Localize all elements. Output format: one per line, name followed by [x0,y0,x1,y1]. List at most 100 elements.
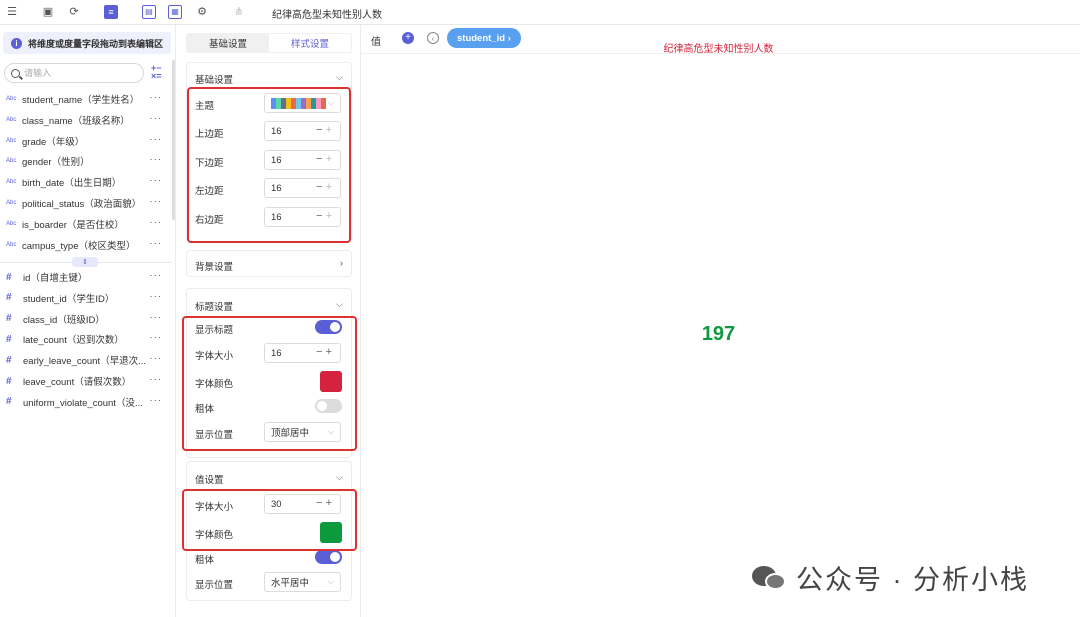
margin-top-label: 上边距 [195,129,224,140]
measure-field[interactable]: # id（自增主键） ··· [0,267,172,287]
dimension-field[interactable]: Abc gender（性别） ··· [0,151,172,171]
refresh-icon[interactable]: ⟳ [67,5,81,19]
menu-icon[interactable]: ☰ [5,5,19,19]
more-icon[interactable]: ··· [150,312,163,323]
measure-field[interactable]: # late_count（迟到次数） ··· [0,329,172,349]
field-sort-icon[interactable]: +− ×= [151,64,162,81]
config-tabs: 基础设置 样式设置 [186,33,352,53]
more-icon[interactable]: ··· [150,196,163,207]
more-icon[interactable]: ··· [150,92,163,103]
dimension-field[interactable]: Abc class_name（班级名称） ··· [0,110,172,130]
more-icon[interactable]: ··· [150,154,163,165]
info-icon: i [11,37,22,49]
margin-right-label: 右边距 [195,215,224,226]
toggle-knob [330,552,340,562]
field-label: gender（性别） [22,157,90,169]
more-icon[interactable]: ··· [150,395,163,406]
measure-field[interactable]: # class_id（班级ID） ··· [0,309,172,329]
margin-bottom-stepper[interactable]: −+ [316,153,335,165]
number-type-icon: # [6,313,12,325]
chevron-down-icon: ⌵ [327,427,334,436]
more-icon[interactable]: ··· [150,270,163,281]
number-type-icon: # [6,333,12,345]
margin-bottom-value: 16 [271,154,282,166]
search-input[interactable] [24,68,134,78]
layout-icon[interactable]: ▦ [168,5,182,19]
measure-field[interactable]: # student_id（学生ID） ··· [0,288,172,308]
title-bold-toggle[interactable] [315,399,342,413]
measure-field[interactable]: # early_leave_count（早退次... ··· [0,350,172,370]
value-position-label: 显示位置 [195,580,234,591]
margin-top-stepper[interactable]: −+ [316,124,335,136]
margin-right-stepper[interactable]: −+ [316,210,335,222]
theme-label: 主题 [195,101,215,112]
field-panel: i 将维度或度量字段拖动到表编辑区 +−×= Abc student_name（学… [0,25,176,617]
title-font-color-swatch[interactable] [320,371,342,392]
value-bold-toggle[interactable] [315,550,342,564]
measure-field[interactable]: # leave_count（请假次数） ··· [0,371,172,391]
more-icon[interactable]: ··· [150,374,163,385]
kpi-value: 197 [701,323,736,345]
field-search[interactable] [4,63,144,83]
share-icon[interactable]: ⋔ [232,5,246,19]
more-icon[interactable]: ··· [150,217,163,228]
field-label: student_id（学生ID） [23,293,115,305]
value-position-select[interactable]: 水平居中 ⌵ [264,572,341,592]
dimension-field[interactable]: Abc birth_date（出生日期） ··· [0,172,172,192]
text-type-icon: Abc [6,116,17,123]
field-scrollbar[interactable] [172,60,175,220]
margin-bottom-label: 下边距 [195,158,224,169]
save-icon[interactable]: ▣ [41,5,55,19]
chevron-down-icon: ⌵ [327,577,334,586]
margin-left-stepper[interactable]: −+ [316,181,335,193]
value-font-color-swatch[interactable] [320,522,342,543]
more-icon[interactable]: ··· [150,332,163,343]
title-font-size-stepper[interactable]: −+ [316,346,335,358]
background-settings-card[interactable]: 背景设置 › [186,250,352,277]
more-icon[interactable]: ··· [150,238,163,249]
dimension-field[interactable]: Abc student_name（学生姓名） ··· [0,89,172,109]
chevron-right-icon[interactable]: › [340,258,343,268]
value-font-size-input[interactable]: 30 −+ [264,494,341,514]
margin-top-input[interactable]: 16 −+ [264,121,341,141]
resize-handle[interactable]: ⇕ [72,257,98,267]
measure-field[interactable]: # uniform_violate_count（没... ··· [0,392,172,412]
value-font-size-stepper[interactable]: −+ [316,497,335,509]
margin-bottom-input[interactable]: 16 −+ [264,150,341,170]
text-type-icon: Abc [6,200,17,206]
more-icon[interactable]: ··· [150,113,163,124]
page-title: 纪律高危型未知性别人数 [272,10,382,21]
value-font-size-label: 字体大小 [195,502,234,513]
dimension-field[interactable]: Abc campus_type（校区类型） ··· [0,235,172,255]
settings-icon[interactable]: ⚙ [195,5,209,19]
drag-hint-text: 将维度或度量字段拖动到表编辑区 [28,38,164,49]
text-type-icon: Abc [6,220,17,227]
text-type-icon: Abc [6,96,17,102]
margin-top-value: 16 [271,125,282,137]
margin-right-input[interactable]: 16 −+ [264,207,341,227]
more-icon[interactable]: ··· [150,134,163,145]
title-font-size-input[interactable]: 16 −+ [264,343,341,363]
more-icon[interactable]: ··· [150,353,163,364]
number-type-icon: # [6,396,12,408]
margin-left-input[interactable]: 16 −+ [264,178,341,198]
dataset-icon[interactable]: ≡ [104,5,118,19]
chevron-down-icon[interactable]: ⌵ [336,72,343,83]
number-type-icon: # [6,292,12,304]
more-icon[interactable]: ··· [150,291,163,302]
chart-config-icon[interactable]: ▤ [142,5,156,19]
title-position-select[interactable]: 顶部居中 ⌵ [264,422,341,442]
theme-select[interactable]: ⌵ [264,93,341,113]
dimension-field[interactable]: Abc grade（年级） ··· [0,131,172,151]
field-label: leave_count（请假次数） [23,377,132,388]
margin-left-value: 16 [271,182,282,194]
title-font-size-label: 字体大小 [195,351,234,362]
chevron-down-icon[interactable]: ⌵ [336,472,343,483]
text-type-icon: Abc [6,137,17,144]
dimension-field[interactable]: Abc is_boarder（是否住校） ··· [0,214,172,234]
field-label: is_boarder（是否住校） [22,219,124,231]
dimension-field[interactable]: Abc political_status（政治面貌） ··· [0,193,172,213]
more-icon[interactable]: ··· [150,175,163,186]
chevron-down-icon[interactable]: ⌵ [336,299,343,310]
tab-basic-settings[interactable]: 基础设置 [187,34,269,52]
